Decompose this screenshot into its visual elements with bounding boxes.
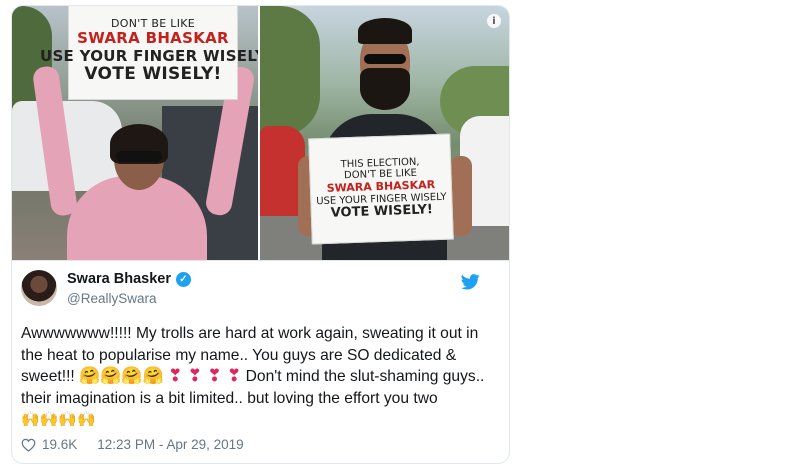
avatar[interactable]	[21, 270, 57, 306]
tree	[260, 6, 320, 136]
verified-badge-icon: ✓	[175, 271, 191, 287]
like-count[interactable]: 19.6K	[42, 437, 77, 452]
tweet-text: Awwwwwww!!!!! My trolls are hard at work…	[21, 323, 491, 431]
sunglasses	[116, 151, 162, 162]
tweet-header: Swara Bhasker ✓ @ReallySwara	[21, 270, 486, 310]
protest-sign-left: Don't be like Swara Bhaskar Use Your Fin…	[40, 6, 258, 100]
raised-hands-emojis: 🙌🙌🙌🙌	[21, 410, 96, 428]
photo-woman-with-sign[interactable]: Don't be like Swara Bhaskar Use Your Fin…	[12, 6, 258, 260]
tweet-media[interactable]: Don't be like Swara Bhaskar Use Your Fin…	[12, 6, 509, 260]
man-hair	[358, 18, 412, 44]
sign-line: Vote Wisely!	[84, 63, 222, 84]
sunglasses	[364, 54, 406, 64]
divider	[12, 260, 509, 261]
author-name[interactable]: Swara Bhasker	[67, 271, 171, 287]
sign-line: Use Your Finger Wisely	[39, 46, 258, 65]
hugging-face-emojis: 🤗🤗🤗🤗	[79, 366, 164, 386]
author-handle[interactable]: @ReallySwara	[67, 291, 156, 306]
man-beard	[360, 68, 410, 110]
heart-icon[interactable]	[21, 438, 36, 452]
tweet-footer: 19.6K 12:23 PM - Apr 29, 2019	[21, 437, 244, 452]
heart-exclamation-emojis: ❣ ❣ ❣ ❣	[168, 366, 242, 386]
photo-man-with-sign[interactable]: This Election, Don't Be Like Swara Bhask…	[260, 6, 509, 260]
twitter-bird-icon[interactable]	[461, 274, 480, 290]
tweet-timestamp[interactable]: 12:23 PM - Apr 29, 2019	[97, 437, 243, 452]
protest-sign-right: This Election, Don't Be Like Swara Bhask…	[308, 133, 454, 245]
info-icon[interactable]: i	[487, 14, 501, 28]
author-name-line[interactable]: Swara Bhasker ✓	[67, 271, 191, 287]
sign-line: Vote Wisely!	[330, 202, 434, 221]
sign-line: Swara Bhaskar	[77, 29, 229, 48]
